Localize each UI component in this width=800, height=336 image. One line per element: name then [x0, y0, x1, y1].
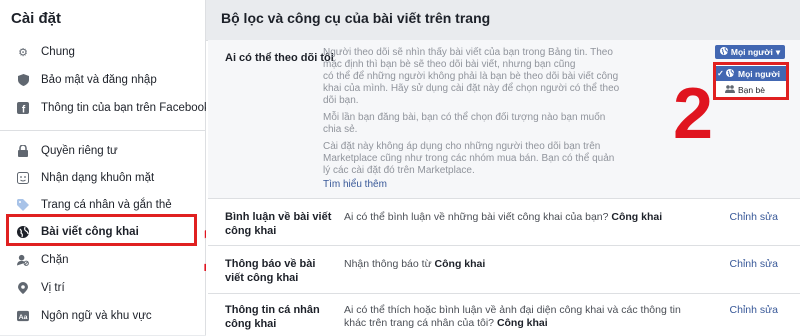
- sidebar-item-label: Ngôn ngữ và khu vực: [41, 310, 152, 322]
- sidebar-item-label: Chung: [41, 46, 75, 58]
- followers-para1-line: có thể để những người không phải là bạn …: [323, 71, 619, 82]
- page-title: Bộ lọc và công cụ của bài viết trên tran…: [221, 10, 491, 26]
- followers-para1-line: mặc định thì bạn bè sẽ theo dõi bài viết…: [323, 59, 576, 70]
- followers-para1-line: khai của mình. Hãy sử dụng cài đặt này đ…: [323, 83, 620, 94]
- sidebar-item-face-recognition[interactable]: Nhận dạng khuôn mặt: [0, 164, 205, 192]
- notifications-description: Nhận thông báo từ Công khai: [344, 258, 486, 270]
- followers-para2-line: chia sẻ.: [323, 124, 358, 135]
- followers-para2-line: Mỗi lần bạn đăng bài, bạn có thể chọn đố…: [323, 112, 606, 123]
- sidebar-item-your-info[interactable]: f Thông tin của bạn trên Facebook: [0, 94, 210, 122]
- option-label: Bạn bè: [738, 84, 765, 95]
- highlight-box-public-posts: [6, 214, 197, 246]
- followers-para1-line: Người theo dõi sẽ nhìn thấy bài viết của…: [323, 47, 613, 58]
- sidebar-item-general[interactable]: ⚙ Chung: [0, 38, 205, 66]
- sidebar-item-privacy[interactable]: Quyền riêng tư: [0, 137, 205, 165]
- public-profile-info-description: Ai có thể thích hoặc bình luận về ảnh đạ…: [344, 304, 681, 329]
- row-divider: [208, 198, 800, 199]
- globe-icon: [719, 47, 728, 57]
- option-label: Mọi người: [738, 68, 780, 79]
- sidebar-item-label: Thông tin của bạn trên Facebook: [41, 102, 210, 114]
- public-profile-info-label: Thông tin cá nhân công khai: [225, 304, 320, 330]
- sidebar-title: Cài đặt: [11, 10, 62, 27]
- location-icon: [17, 282, 29, 294]
- tag-icon: [17, 199, 29, 211]
- comments-label: Bình luận về bài viết công khai: [225, 211, 332, 237]
- followers-para3-line: lý các cài đặt đó trên Marketplace.: [323, 165, 475, 176]
- lock-icon: [17, 145, 29, 157]
- language-icon: Aa: [17, 310, 29, 322]
- dropdown-option-everyone[interactable]: ✓ Mọi người: [716, 66, 786, 81]
- sidebar-divider: [0, 130, 205, 131]
- notifications-edit-link[interactable]: Chỉnh sửa: [730, 258, 778, 270]
- audience-dropdown-button[interactable]: Mọi người ▾: [715, 45, 785, 59]
- facebook-icon: f: [17, 102, 29, 114]
- caret-down-icon: ▾: [775, 46, 781, 57]
- comments-edit-link[interactable]: Chỉnh sửa: [730, 211, 778, 223]
- followers-para3-line: Marketplace cũng như trong các nhóm mua …: [323, 153, 615, 164]
- sidebar-item-blocking[interactable]: Chặn: [0, 246, 205, 274]
- shield-icon: [17, 74, 29, 86]
- comments-description: Ai có thể bình luận về những bài viết cô…: [344, 211, 663, 223]
- friends-icon: [725, 84, 735, 95]
- sidebar-item-label: Quyền riêng tư: [41, 145, 118, 157]
- svg-text:Aa: Aa: [19, 314, 28, 321]
- step-number-2: 2: [673, 74, 714, 154]
- sidebar-item-security[interactable]: Bảo mật và đăng nhập: [0, 66, 205, 94]
- sidebar-item-location[interactable]: Vị trí: [0, 274, 205, 302]
- audience-dropdown-menu: ✓ Mọi người Bạn bè: [713, 62, 789, 100]
- sidebar-item-language[interactable]: Aa Ngôn ngữ và khu vực: [0, 302, 205, 330]
- learn-more-link[interactable]: Tìm hiểu thêm: [323, 179, 387, 191]
- gear-icon: ⚙: [18, 46, 28, 59]
- followers-para3-line: Cài đặt này không áp dụng cho những ngườ…: [323, 141, 601, 152]
- face-icon: [17, 172, 29, 184]
- dropdown-option-friends[interactable]: Bạn bè: [716, 82, 786, 97]
- block-icon: [17, 254, 29, 266]
- sidebar-item-label: Trang cá nhân và gắn thẻ: [41, 199, 172, 211]
- sidebar-item-label: Nhận dạng khuôn mặt: [41, 172, 155, 184]
- globe-icon: [725, 68, 735, 79]
- notifications-label: Thông báo về bài viết công khai: [225, 258, 316, 284]
- followers-label: Ai có thể theo dõi tôi: [225, 52, 334, 64]
- followers-para1-line: dõi bạn.: [323, 95, 359, 106]
- public-profile-info-edit-link[interactable]: Chỉnh sửa: [730, 304, 778, 316]
- sidebar-item-label: Chặn: [41, 254, 69, 266]
- row-divider: [208, 245, 800, 246]
- dropdown-value: Mọi người: [730, 47, 773, 57]
- sidebar-item-label: Vị trí: [41, 282, 65, 294]
- check-icon: ✓: [717, 69, 724, 78]
- row-divider: [208, 293, 800, 294]
- sidebar-item-label: Bảo mật và đăng nhập: [41, 74, 157, 86]
